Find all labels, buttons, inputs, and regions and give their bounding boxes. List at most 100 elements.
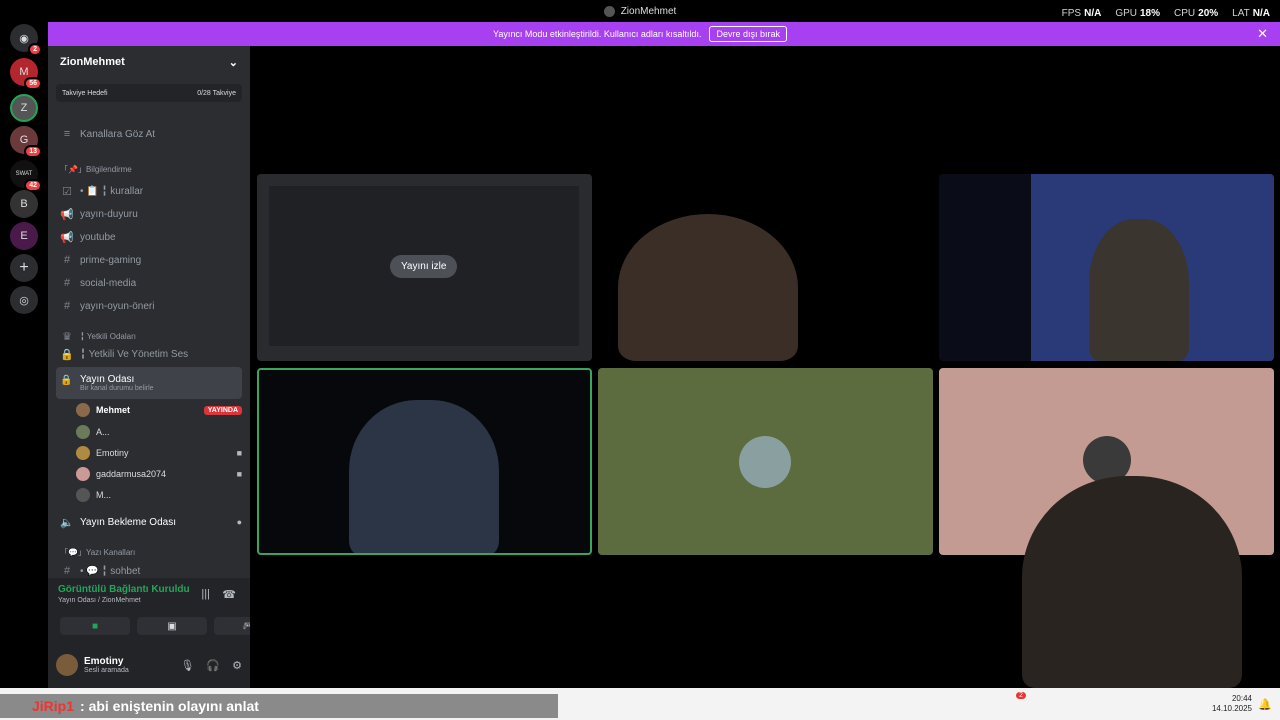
channel-stream-room[interactable]: 🔒 Yayın Odası Bir kanal durumu belirle — [56, 367, 242, 399]
fps-stat: FPS N/A — [1061, 8, 1102, 19]
lat-stat: LAT N/A — [1232, 8, 1270, 19]
boost-goal-label: Takviye Hedefi — [62, 89, 108, 97]
category-auth[interactable]: ♛ ╏ Yetkili Odaları — [56, 329, 242, 343]
video-tile[interactable] — [939, 174, 1274, 361]
gpu-stat: GPU 18% — [1115, 8, 1161, 19]
camera-icon: ■ — [91, 620, 99, 632]
avatar-tile[interactable] — [598, 368, 933, 555]
chat-bubble-icon[interactable]: ● — [237, 517, 242, 527]
headphones-icon[interactable]: 🎧 — [206, 659, 220, 672]
camera-icon: ■ — [236, 469, 242, 479]
live-badge: YAYINDA — [203, 405, 242, 415]
direct-messages-icon[interactable]: ◉ 2 — [10, 24, 42, 56]
ticker-text: : abi eniştenin olayını anlat — [80, 698, 259, 714]
chat-ticker: JiRip1 : abi eniştenin olayını anlat — [0, 694, 558, 718]
avatar — [76, 446, 90, 460]
screen-share-icon: ▣ — [167, 620, 177, 632]
channel-auth-voice[interactable]: 🔒 ╏ Yetkili Ve Yönetim Ses — [56, 344, 242, 364]
window-title: ZionMehmet — [620, 5, 677, 17]
list-icon: ≡ — [63, 128, 71, 140]
voice-user[interactable]: Mehmet YAYINDA — [76, 400, 242, 420]
avatar — [76, 488, 90, 502]
voice-connection-panel: Görüntülü Bağlantı Kuruldu Yayın Odası /… — [48, 578, 284, 642]
screen-share-button[interactable]: ▣ — [137, 617, 207, 635]
channel-announce[interactable]: 📢 yayın-duyuru — [56, 204, 242, 224]
avatar — [739, 436, 791, 488]
voice-status[interactable]: Görüntülü Bağlantı Kuruldu — [58, 584, 240, 595]
avatar — [76, 467, 90, 481]
hash-icon: # — [63, 565, 71, 577]
notification-bell-icon[interactable]: 🔔 — [1258, 698, 1272, 711]
avatar[interactable] — [56, 654, 78, 676]
discover-icon[interactable]: ◎ — [10, 286, 38, 314]
user-status: Sesli aramada — [84, 667, 129, 674]
channel-suggest[interactable]: # yayın-oyun-öneri — [56, 296, 242, 316]
webcam-overlay — [1022, 476, 1242, 688]
browse-channels[interactable]: ≡ Kanallara Göz At — [56, 124, 242, 144]
server-icon[interactable]: G 13 — [10, 126, 42, 158]
gear-icon[interactable]: ⚙ — [232, 659, 242, 672]
avatar — [76, 425, 90, 439]
camera-button[interactable]: ■ — [60, 617, 130, 635]
video-grid: Yayını izle — [250, 46, 1280, 688]
video-tile-speaking[interactable] — [257, 368, 592, 555]
disable-streamer-mode-button[interactable]: Devre dışı bırak — [709, 26, 787, 42]
server-list: ◉ 2 M 56 Z G 13 SWAT 42 B E + ◎ — [0, 22, 48, 688]
checklist-icon: ☑ — [62, 185, 72, 198]
overlay-stats: FPS N/A GPU 18% CPU 20% LAT N/A — [1062, 8, 1270, 19]
voice-location[interactable]: Yayın Odası / ZionMehmet — [58, 597, 240, 604]
server-icon[interactable]: B — [10, 190, 38, 218]
user-panel: Emotiny Sesli aramada 🎙 🎧 ⚙ — [48, 642, 250, 688]
disconnect-icon[interactable]: ☎ — [222, 588, 236, 601]
voice-user[interactable]: Emotiny ■ — [76, 443, 242, 463]
taskbar-clock[interactable]: 20:44 14.10.2025 — [1212, 694, 1252, 714]
microphone-icon[interactable]: 🎙 — [180, 659, 194, 672]
ticker-nick: JiRip1 — [32, 698, 75, 714]
chevron-down-icon: ⌄ — [228, 56, 238, 69]
category-text[interactable]: 「💬」Yazı Kanalları — [56, 545, 242, 559]
watch-stream-button[interactable]: Yayını izle — [390, 255, 458, 278]
hash-icon: # — [63, 254, 71, 266]
banner-text: Yayıncı Modu etkinleştirildi. Kullanıcı … — [493, 29, 702, 39]
voice-user[interactable]: A... — [76, 422, 242, 442]
stream-tile[interactable]: Yayını izle — [257, 174, 592, 361]
lock-icon: 🔒 — [60, 348, 74, 361]
streamer-mode-banner: Yayıncı Modu etkinleştirildi. Kullanıcı … — [0, 22, 1280, 46]
channel-rules[interactable]: ☑ • 📋 ╏ kurallar — [56, 181, 242, 201]
discord-logo-icon — [603, 5, 615, 17]
participant-video — [349, 400, 499, 553]
notification-badge: 2 — [1016, 692, 1026, 699]
video-tile[interactable] — [598, 174, 933, 361]
avatar — [76, 403, 90, 417]
server-icon[interactable]: SWAT 42 — [10, 160, 42, 192]
add-server-icon[interactable]: + — [10, 254, 38, 282]
megaphone-icon: 📢 — [60, 231, 74, 244]
hash-icon: # — [63, 277, 71, 289]
server-icon-active[interactable]: Z — [10, 94, 38, 122]
category-info[interactable]: 「📌」Bilgilendirme — [56, 162, 242, 176]
channel-youtube[interactable]: 📢 youtube — [56, 227, 242, 247]
megaphone-icon: 📢 — [60, 208, 74, 221]
guild-name: ZionMehmet — [60, 56, 125, 68]
crown-icon: ♛ — [62, 330, 72, 343]
channel-social[interactable]: # social-media — [56, 273, 242, 293]
lock-icon: 🔒 — [60, 375, 73, 386]
server-icon[interactable]: M 56 — [10, 58, 42, 90]
participant-body — [1089, 219, 1189, 361]
close-icon[interactable]: ✕ — [1257, 26, 1268, 42]
channel-prime[interactable]: # prime-gaming — [56, 250, 242, 270]
hash-icon: # — [63, 300, 71, 312]
cpu-stat: CPU 20% — [1174, 8, 1219, 19]
participant-video — [618, 214, 798, 361]
camera-icon: ■ — [236, 448, 242, 458]
server-icon[interactable]: E — [10, 222, 38, 250]
boost-goal[interactable]: Takviye Hedefi 0/28 Takviye — [56, 84, 242, 102]
speaker-icon: 🔈 — [60, 516, 74, 529]
boost-goal-value: 0/28 Takviye — [197, 89, 236, 97]
user-name: Emotiny — [84, 656, 124, 667]
guild-header[interactable]: ZionMehmet ⌄ — [48, 46, 250, 78]
voice-user[interactable]: M... — [76, 485, 242, 505]
voice-user[interactable]: gaddarmusa2074 ■ — [76, 464, 242, 484]
channel-waiting-room[interactable]: 🔈 Yayın Bekleme Odası ● — [56, 512, 242, 532]
noise-suppression-icon[interactable]: ||| — [201, 588, 210, 600]
